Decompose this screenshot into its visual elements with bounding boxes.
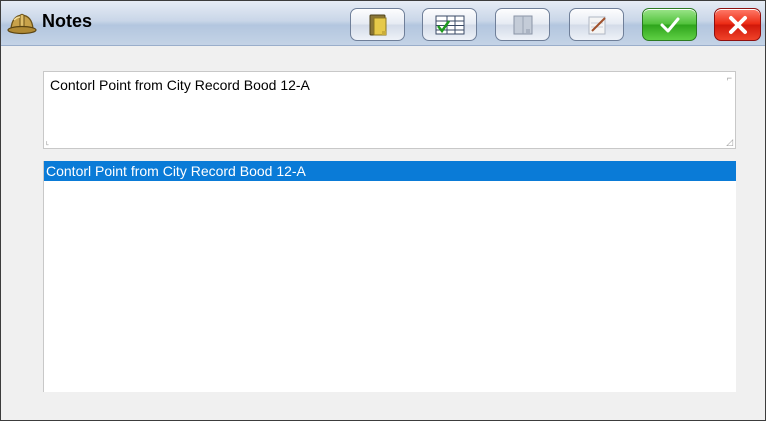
notebook-icon [509,13,537,37]
hardhat-icon [7,9,37,37]
note-text-field[interactable]: Contorl Point from City Record Bood 12-A… [43,71,736,149]
pencil-button[interactable] [569,8,624,41]
close-button[interactable] [714,8,761,41]
checklist-icon [433,13,467,37]
notes-list[interactable]: Contorl Point from City Record Bood 12-A [43,161,736,392]
title-bar: Notes [1,1,765,46]
checklist-button[interactable] [422,8,477,41]
list-item[interactable]: Contorl Point from City Record Bood 12-A [44,161,736,181]
x-icon [726,13,750,37]
clipboard-button[interactable] [350,8,405,41]
scroll-up-marker: ⌐ [726,73,732,83]
note-text-value: Contorl Point from City Record Bood 12-A [50,77,310,93]
checkmark-icon [657,13,683,37]
list-item-text: Contorl Point from City Record Bood 12-A [46,163,306,179]
ok-button[interactable] [642,8,697,41]
pencil-icon [583,13,611,37]
clipboard-icon [366,13,390,37]
scroll-left-marker: ˪ [46,137,49,147]
notes-window: Notes Contorl Point from City Record Boo… [0,0,766,421]
notebook-button[interactable] [495,8,550,41]
resize-grip[interactable]: ◿ [726,138,733,147]
window-title: Notes [42,11,93,31]
